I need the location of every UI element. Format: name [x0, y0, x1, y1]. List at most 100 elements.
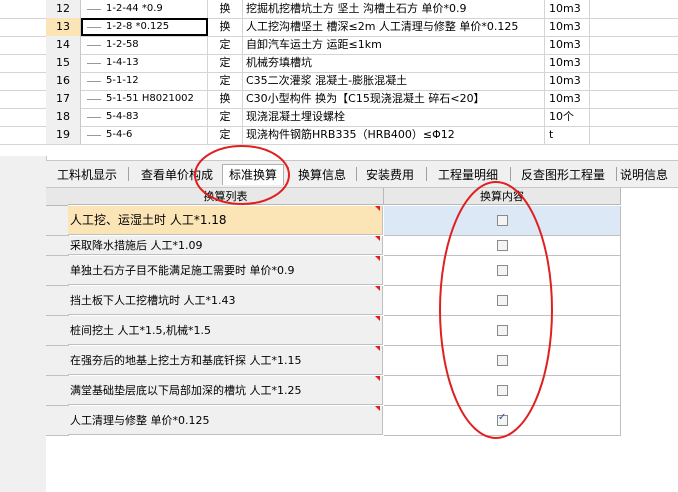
tab-standard-conversion[interactable]: 标准换算 — [222, 164, 284, 185]
row-unit: 10m3 — [546, 90, 590, 108]
row-unit: 10m3 — [546, 54, 590, 72]
tab-material-machine[interactable]: 工料机显示 — [50, 165, 124, 185]
tab-divider — [128, 167, 129, 181]
tab-description[interactable]: 说明信息 — [620, 165, 678, 185]
row-unit: 10m3 — [546, 36, 590, 54]
comment-marker — [375, 206, 380, 211]
conversion-checkbox-checked[interactable] — [497, 412, 508, 426]
row-gutter — [46, 346, 69, 376]
row-name: 挖掘机挖槽坑土方 坚土 沟槽土石方 单价*0.9 — [243, 0, 545, 18]
conversion-label: 人工挖、运湿土时 人工*1.18 — [68, 206, 383, 235]
row-type: 换 — [208, 90, 243, 108]
row-code: 5-1-12 — [81, 72, 208, 90]
header-conversion-list: 换算列表 — [68, 188, 384, 205]
tab-divider — [616, 167, 617, 181]
conversion-checkbox[interactable] — [497, 355, 508, 366]
comment-marker — [375, 236, 380, 241]
conversion-label: 桩间挖土 人工*1.5,机械*1.5 — [68, 316, 383, 345]
row-number: 19 — [46, 126, 81, 144]
row-number: 16 — [46, 72, 81, 90]
row-gutter — [46, 286, 69, 316]
row-name: 人工挖沟槽坚土 槽深≤2m 人工清理与修整 单价*0.125 — [243, 18, 545, 36]
conversion-label: 人工清理与修整 单价*0.125 — [68, 406, 383, 435]
row-code: 1-4-13 — [81, 54, 208, 72]
row-type: 定 — [208, 72, 243, 90]
tab-install-fee[interactable]: 安装费用 — [360, 165, 420, 185]
conversion-checkbox[interactable] — [497, 215, 508, 226]
row-name: C35二次灌浆 混凝土-膨胀混凝土 — [243, 72, 545, 90]
conversion-content-cell — [384, 406, 621, 436]
row-gutter — [46, 236, 69, 256]
row-type: 换 — [208, 18, 243, 36]
conversion-content-cell — [384, 316, 621, 346]
table-row[interactable]: 19 5-4-6 定 现浇构件钢筋HRB335（HRB400）≤Φ12 t — [0, 126, 678, 145]
header-conversion-content: 换算内容 — [384, 188, 621, 205]
tab-quantity-detail[interactable]: 工程量明细 — [430, 165, 506, 185]
row-number: 17 — [46, 90, 81, 108]
conversion-label: 在强夯后的地基上挖土方和基底钎探 人工*1.15 — [68, 346, 383, 375]
table-row[interactable]: 15 1-4-13 定 机械夯填槽坑 10m3 — [0, 54, 678, 73]
row-code: 5-4-6 — [81, 126, 208, 144]
tab-reverse-lookup[interactable]: 反查图形工程量 — [514, 165, 612, 185]
row-name: 现浇构件钢筋HRB335（HRB400）≤Φ12 — [243, 126, 545, 144]
row-unit: 10个 — [546, 108, 590, 126]
row-gutter — [46, 406, 69, 436]
tab-divider — [510, 167, 511, 181]
conversion-content-cell — [384, 376, 621, 406]
conversion-content-cell — [384, 286, 621, 316]
comment-marker — [375, 376, 380, 381]
row-gutter — [46, 316, 69, 346]
row-number: 13 — [46, 18, 81, 36]
table-row[interactable]: 14 1-2-58 定 自卸汽车运土方 运距≤1km 10m3 — [0, 36, 678, 55]
row-code: 1-2-44 *0.9 — [81, 0, 208, 18]
row-number: 12 — [46, 0, 81, 18]
comment-marker — [375, 346, 380, 351]
row-unit: 10m3 — [546, 72, 590, 90]
row-number: 18 — [46, 108, 81, 126]
row-unit: 10m3 — [546, 18, 590, 36]
table-row[interactable]: 18 5-4-83 定 现浇混凝土埋设螺栓 10个 — [0, 108, 678, 127]
row-number: 14 — [46, 36, 81, 54]
conversion-content-cell — [384, 236, 621, 256]
conversion-content-cell — [384, 256, 621, 286]
row-name: 自卸汽车运土方 运距≤1km — [243, 36, 545, 54]
conversion-checkbox[interactable] — [497, 265, 508, 276]
row-type: 定 — [208, 36, 243, 54]
conversion-label: 挡土板下人工挖槽坑时 人工*1.43 — [68, 286, 383, 315]
conversion-label: 采取降水措施后 人工*1.09 — [68, 236, 383, 255]
table-row[interactable]: 16 5-1-12 定 C35二次灌浆 混凝土-膨胀混凝土 10m3 — [0, 72, 678, 91]
row-unit: 10m3 — [546, 0, 590, 18]
row-gutter — [46, 376, 69, 406]
conversion-label: 单独土石方子目不能满足施工需要时 单价*0.9 — [68, 256, 383, 285]
table-row-selected[interactable]: 13 1-2-8 *0.125 换 人工挖沟槽坚土 槽深≤2m 人工清理与修整 … — [0, 18, 678, 37]
tab-divider — [288, 167, 289, 181]
row-code: 1-2-58 — [81, 36, 208, 54]
conversion-checkbox[interactable] — [497, 385, 508, 396]
conversion-checkbox[interactable] — [497, 325, 508, 336]
row-unit: t — [546, 126, 590, 144]
row-name: C30小型构件 换为【C15现浇混凝土 碎石<20】 — [243, 90, 545, 108]
table-row[interactable]: 17 5-1-51 H8021002 换 C30小型构件 换为【C15现浇混凝土… — [0, 90, 678, 109]
row-gutter — [46, 256, 69, 286]
tab-divider — [356, 167, 357, 181]
detail-tab-bar: 工料机显示 查看单价构成 标准换算 换算信息 安装费用 工程量明细 反查图形工程… — [46, 160, 678, 188]
tab-divider — [426, 167, 427, 181]
row-code: 5-4-83 — [81, 108, 208, 126]
tab-unit-price-composition[interactable]: 查看单价构成 — [132, 165, 222, 185]
row-code-active-cell[interactable]: 1-2-8 *0.125 — [81, 18, 208, 36]
row-code: 5-1-51 H8021002 — [81, 90, 208, 108]
row-type: 换 — [208, 0, 243, 18]
table-row[interactable]: 12 1-2-44 *0.9 换 挖掘机挖槽坑土方 坚土 沟槽土石方 单价*0.… — [0, 0, 678, 19]
row-gutter — [46, 206, 69, 236]
comment-marker — [375, 406, 380, 411]
comment-marker — [375, 256, 380, 261]
row-type: 定 — [208, 126, 243, 144]
conversion-checkbox[interactable] — [497, 295, 508, 306]
tab-conversion-info[interactable]: 换算信息 — [292, 165, 352, 185]
row-type: 定 — [208, 108, 243, 126]
row-name: 机械夯填槽坑 — [243, 54, 545, 72]
conversion-label: 满堂基础垫层底以下局部加深的槽坑 人工*1.25 — [68, 376, 383, 405]
conversion-checkbox[interactable] — [497, 240, 508, 251]
conversion-content-cell — [384, 346, 621, 376]
comment-marker — [375, 316, 380, 321]
